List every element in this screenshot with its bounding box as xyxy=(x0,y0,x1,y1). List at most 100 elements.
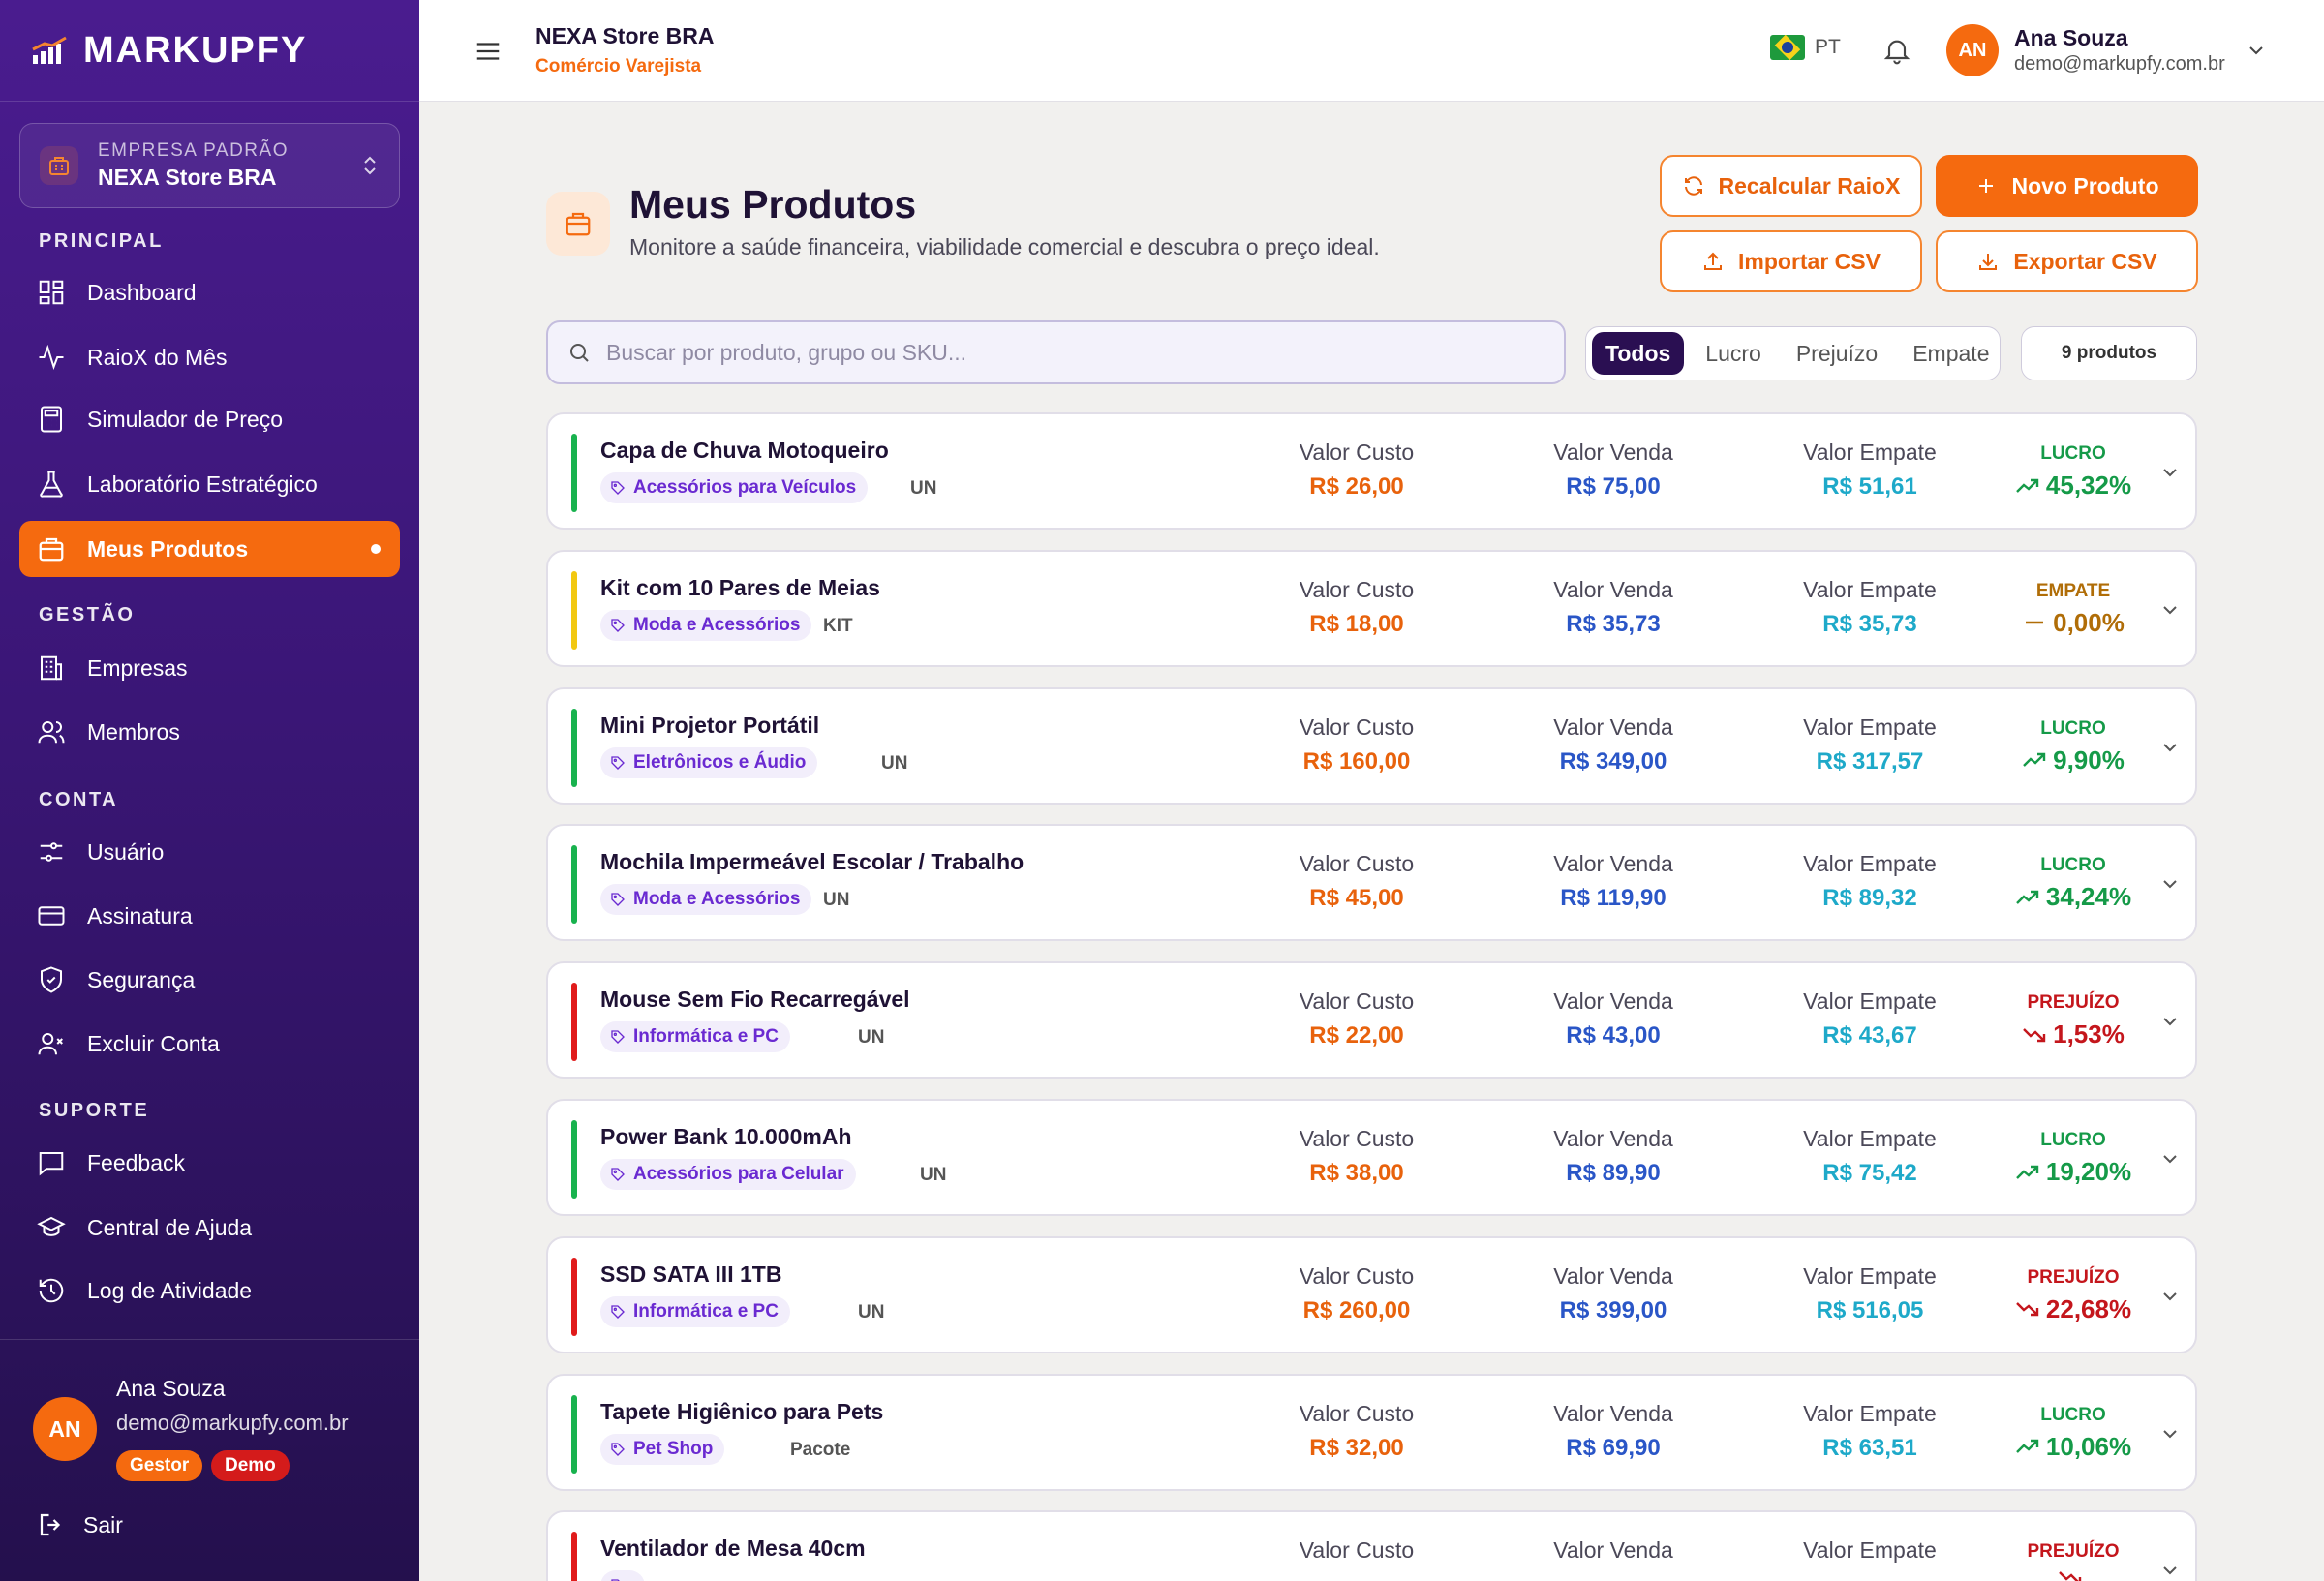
sale-label: Valor Venda xyxy=(1553,988,1673,1015)
filter-all[interactable]: Todos xyxy=(1592,332,1685,375)
avatar[interactable]: AN xyxy=(33,1397,97,1461)
margin-value: 22,68% xyxy=(2045,1293,2132,1323)
sidebar: MARKUPFY EMPRESA PADRÃO NEXA Store BRA P… xyxy=(0,0,419,1581)
avatar[interactable]: AN xyxy=(1946,24,1999,76)
category-label: Moda e Acessórios xyxy=(633,614,801,635)
sidebar-item-usuario[interactable]: Usuário xyxy=(19,824,400,880)
sidebar-item-label: Dashboard xyxy=(87,279,197,305)
chevron-down-icon[interactable] xyxy=(2158,1010,2182,1033)
chevron-down-icon[interactable] xyxy=(2158,461,2182,484)
margin-value: 10,06% xyxy=(2045,1431,2132,1461)
sidebar-item-log[interactable]: Log de Atividade xyxy=(19,1262,400,1319)
sidebar-item-assinatura[interactable]: Assinatura xyxy=(19,888,400,944)
logout-label: Sair xyxy=(83,1511,123,1537)
filter-loss[interactable]: Prejuízo xyxy=(1783,332,1891,375)
chevron-down-icon[interactable] xyxy=(2158,1422,2182,1445)
sale-label: Valor Venda xyxy=(1553,851,1673,877)
search-icon xyxy=(570,344,589,362)
search-input[interactable] xyxy=(606,339,1478,366)
cost-value: R$ 38,00 xyxy=(1309,1160,1404,1186)
category-tag: Acessórios para Veículos xyxy=(600,472,869,503)
product-row[interactable]: Capa de Chuva Motoqueiro Acessórios para … xyxy=(546,412,2197,530)
export-csv-button[interactable]: Exportar CSV xyxy=(1936,230,2198,292)
category-tag: Informática e PC xyxy=(600,1021,790,1053)
chevron-down-icon[interactable] xyxy=(2245,39,2268,62)
product-row[interactable]: SSD SATA III 1TB Informática e PC UN Valor … xyxy=(546,1235,2197,1353)
logout-button[interactable]: Sair xyxy=(37,1510,123,1539)
chevron-down-icon[interactable] xyxy=(2158,598,2182,622)
product-row[interactable]: Mini Projetor Portátil Eletrônicos e Áudi… xyxy=(546,686,2197,805)
result-margin: 19,20% xyxy=(1991,1157,2156,1187)
recalculate-button[interactable]: Recalcular RaioX xyxy=(1660,155,1922,217)
unit-label: UN xyxy=(920,1165,947,1185)
result-column: LUCRO 9,90% xyxy=(1991,718,2156,775)
chevron-down-icon[interactable] xyxy=(2158,872,2182,896)
company-selector[interactable]: EMPRESA PADRÃO NEXA Store BRA xyxy=(19,123,400,208)
button-label: Importar CSV xyxy=(1738,248,1881,274)
result-status: EMPATE xyxy=(2035,580,2111,601)
product-row[interactable]: Power Bank 10.000mAh Acessórios para Celu… xyxy=(546,1099,2197,1216)
button-label: Exportar CSV xyxy=(2013,248,2157,274)
menu-icon[interactable] xyxy=(474,37,503,66)
message-icon xyxy=(39,1152,64,1176)
result-status: LUCRO xyxy=(2040,1404,2106,1425)
category-label: Informática e PC xyxy=(633,1026,779,1048)
active-dot xyxy=(371,544,381,554)
breakeven-value: R$ 317,57 xyxy=(1816,747,1924,775)
breakeven-value: R$ 75,42 xyxy=(1822,1160,1917,1186)
chevron-down-icon[interactable] xyxy=(2158,1559,2182,1581)
result-status: PREJUÍZO xyxy=(2027,992,2120,1014)
new-product-button[interactable]: Novo Produto xyxy=(1936,155,2198,217)
chevron-down-icon[interactable] xyxy=(2158,1285,2182,1308)
breakeven-column: Valor Empate R$ 516,05 xyxy=(1754,1263,1986,1324)
graduation-cap-icon xyxy=(37,1216,66,1236)
sidebar-item-label: Laboratório Estratégico xyxy=(87,471,318,497)
sidebar-item-laboratorio[interactable]: Laboratório Estratégico xyxy=(19,456,400,512)
product-name: Mini Projetor Portátil xyxy=(600,712,820,738)
sidebar-item-produtos[interactable]: Meus Produtos xyxy=(19,521,400,577)
sale-label: Valor Venda xyxy=(1553,714,1673,740)
chevron-down-icon[interactable] xyxy=(2158,736,2182,759)
product-row[interactable]: Mochila Impermeável Escolar / Trabalho Mo… xyxy=(546,824,2197,942)
result-margin: 10,06% xyxy=(1991,1432,2156,1462)
sale-label: Valor Venda xyxy=(1553,1400,1673,1426)
sidebar-item-membros[interactable]: Membros xyxy=(19,704,400,760)
status-filter: Todos Lucro Prejuízo Empate xyxy=(1585,326,2001,380)
bell-icon[interactable] xyxy=(1881,35,1912,66)
sidebar-item-ajuda[interactable]: Central de Ajuda xyxy=(19,1200,400,1256)
sidebar-item-empresas[interactable]: Empresas xyxy=(19,640,400,696)
sidebar-item-label: Assinatura xyxy=(87,902,193,928)
sidebar-item-excluir[interactable]: Excluir Conta xyxy=(19,1016,400,1072)
product-row[interactable]: Mouse Sem Fio Recarregável Informática e … xyxy=(546,961,2197,1079)
sidebar-item-label: Segurança xyxy=(87,966,196,992)
product-row[interactable]: Ventilador de Mesa 40cm Valor Custo Valor … xyxy=(546,1510,2197,1581)
result-status: LUCRO xyxy=(2040,443,2106,464)
product-row[interactable]: Tapete Higiênico para Pets Pet Shop Pacote… xyxy=(546,1373,2197,1491)
category-label: Pet Shop xyxy=(633,1438,714,1459)
language-selector[interactable]: PT xyxy=(1770,35,1841,60)
unit-label: UN xyxy=(858,1301,885,1323)
sidebar-item-feedback[interactable]: Feedback xyxy=(19,1135,400,1191)
import-csv-button[interactable]: Importar CSV xyxy=(1660,230,1922,292)
sale-label: Valor Venda xyxy=(1553,1126,1673,1151)
cost-label: Valor Custo xyxy=(1299,1262,1415,1289)
result-status: LUCRO xyxy=(2040,1130,2106,1150)
sidebar-item-simulador[interactable]: Simulador de Preço xyxy=(19,391,400,447)
category-tag: Pet Shop xyxy=(600,1433,725,1465)
result-margin xyxy=(1991,1568,2156,1581)
sidebar-item-raiox[interactable]: RaioX do Mês xyxy=(19,329,400,385)
download-icon xyxy=(1979,254,1998,270)
product-row[interactable]: Kit com 10 Pares de Meias Moda e Acessóri… xyxy=(546,549,2197,667)
filter-breakeven[interactable]: Empate xyxy=(1899,332,2003,375)
sidebar-item-seguranca[interactable]: Segurança xyxy=(19,952,400,1008)
cost-label: Valor Custo xyxy=(1299,1126,1415,1151)
unit-label: UN xyxy=(823,890,850,911)
sidebar-item-dashboard[interactable]: Dashboard xyxy=(19,264,400,320)
filter-profit[interactable]: Lucro xyxy=(1692,332,1775,375)
sidebar-item-label: Central de Ajuda xyxy=(87,1214,253,1240)
unit-label: UN xyxy=(910,478,937,499)
result-column: LUCRO 19,20% xyxy=(1991,1130,2156,1187)
chevron-down-icon[interactable] xyxy=(2158,1147,2182,1171)
calculator-icon xyxy=(41,406,62,433)
app-logo[interactable]: MARKUPFY xyxy=(31,29,307,72)
